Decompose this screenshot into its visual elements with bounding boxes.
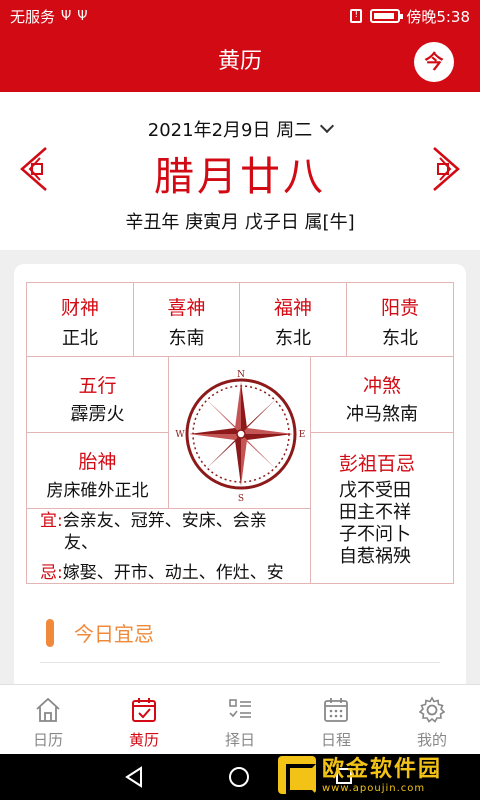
tab-label: 黄历	[128, 731, 159, 749]
god-cell-joy: 喜神 东南	[134, 283, 240, 357]
chongsha-cell: 冲煞 冲马煞南	[311, 357, 453, 433]
compass-north: N	[237, 370, 245, 380]
pengzu-label: 彭祖百忌	[339, 453, 416, 475]
pengzu-line: 戊不受田	[339, 480, 411, 501]
date-header: 2021年2月9日 周二 腊月廿八 辛丑年 庚寅月 戊子日 属[牛]	[0, 92, 480, 250]
today-button[interactable]: 今	[414, 42, 454, 82]
divider	[40, 662, 440, 663]
home-icon	[36, 697, 60, 722]
schedule-icon	[324, 698, 348, 722]
section-accent-bar	[46, 618, 54, 647]
god-cell-yang: 阳贵 东北	[347, 283, 453, 357]
taishen-cell: 胎神 房床碓外正北	[27, 433, 169, 509]
ji-row: 忌:嫁娶、开市、动土、作灶、安	[40, 562, 284, 584]
status-bar: 无服务 Ψ Ψ ! 傍晚5:38	[0, 0, 480, 32]
next-day-arrow-icon[interactable]	[428, 144, 464, 194]
chevron-down-icon	[320, 118, 335, 134]
god-cell-wealth: 财神 正北	[27, 283, 134, 357]
compass-east: E	[298, 430, 305, 440]
god-value: 东北	[382, 328, 418, 349]
battery-icon	[370, 9, 404, 23]
chongsha-value: 冲马煞南	[346, 404, 418, 425]
yi-text: 会亲友、冠笄、安床、会亲	[62, 511, 267, 531]
ji-text: 嫁娶、开市、动土、作灶、安	[62, 563, 284, 583]
lunar-date: 腊月廿八	[154, 154, 326, 200]
today-yiji-section[interactable]: 今日宜忌	[46, 618, 154, 647]
ji-tag: 忌:	[40, 563, 63, 583]
watermark: 欧金软件园 www.apoujin.com	[278, 752, 474, 798]
compass-south: S	[237, 494, 243, 504]
god-label: 阳贵	[380, 297, 419, 319]
tab-almanac[interactable]: 黄历	[96, 685, 192, 754]
pengzu-line: 子不问卜	[339, 524, 411, 545]
god-value: 东南	[168, 328, 205, 349]
yi-row: 宜:会亲友、冠笄、安床、会亲 友、	[40, 510, 267, 554]
usb-icon: Ψ	[77, 8, 88, 24]
compass-cell: N S W E	[169, 357, 311, 509]
ganzhi-text: 辛丑年 庚寅月 戊子日 属[牛]	[125, 212, 355, 233]
pengzu-cell: 彭祖百忌 戊不受田 田主不祥 子不问卜 自惹祸殃	[311, 433, 453, 583]
yi-tag: 宜:	[40, 511, 63, 531]
taishen-label: 胎神	[78, 451, 117, 473]
tab-label: 日程	[320, 731, 351, 749]
tab-calendar[interactable]: 日历	[0, 685, 96, 754]
wuxing-value: 霹雳火	[70, 404, 125, 425]
watermark-logo-icon	[278, 756, 316, 794]
tab-choose-date[interactable]: 择日	[192, 685, 288, 754]
section-title: 今日宜忌	[74, 622, 154, 646]
taishen-value: 房床碓外正北	[46, 481, 149, 501]
god-label: 福神	[273, 297, 312, 319]
watermark-url: www.apoujin.com	[322, 782, 426, 794]
page-title: 黄历	[217, 49, 262, 74]
watermark-title: 欧金软件园	[322, 756, 443, 782]
alert-icon: !	[350, 9, 363, 23]
god-label: 财神	[60, 297, 99, 319]
god-cell-fortune: 福神 东北	[240, 283, 347, 357]
app-bar: 黄历 今	[0, 32, 480, 92]
pengzu-line: 自惹祸殃	[339, 546, 411, 567]
solar-date-selector[interactable]: 2021年2月9日 周二	[0, 116, 480, 142]
tab-label: 择日	[224, 731, 255, 749]
yi-text-wrap: 友、	[64, 533, 98, 553]
pengzu-lines: 戊不受田 田主不祥 子不问卜 自惹祸殃	[339, 480, 453, 568]
god-value: 正北	[62, 328, 98, 349]
tab-mine[interactable]: 我的	[384, 685, 480, 754]
calendar-check-icon	[132, 698, 156, 722]
clock: 傍晚5:38	[406, 7, 470, 26]
usb-icon: Ψ	[61, 8, 72, 24]
tab-label: 日历	[32, 731, 63, 749]
bottom-tab-bar: 日历 黄历 择日 日程 我的	[0, 684, 480, 754]
compass-west: W	[175, 430, 185, 440]
god-label: 喜神	[167, 297, 206, 319]
tab-label: 我的	[416, 731, 447, 749]
pengzu-line: 田主不祥	[339, 502, 411, 523]
wuxing-label: 五行	[78, 375, 117, 397]
tab-schedule[interactable]: 日程	[288, 685, 384, 754]
compass-rose-icon: N S W E	[175, 370, 305, 504]
chongsha-label: 冲煞	[362, 375, 401, 397]
god-value: 东北	[275, 328, 311, 349]
checklist-icon	[229, 699, 251, 718]
home-button-icon[interactable]	[229, 767, 249, 787]
back-icon[interactable]	[124, 766, 144, 788]
wuxing-cell: 五行 霹雳火	[27, 357, 169, 433]
carrier-label: 无服务	[10, 7, 56, 26]
solar-date: 2021年2月9日 周二	[147, 120, 313, 141]
gear-icon	[418, 696, 446, 723]
